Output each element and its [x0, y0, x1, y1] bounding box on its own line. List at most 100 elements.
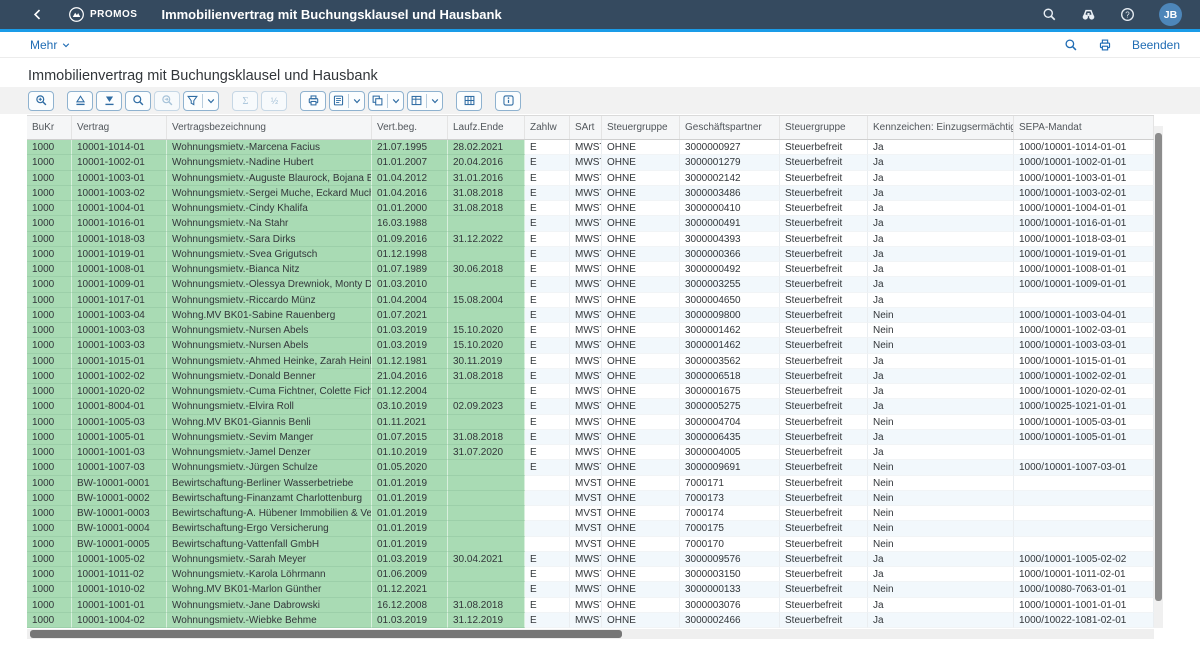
table-cell[interactable]: Steuerbefreit [780, 613, 868, 628]
table-cell[interactable]: 01.12.2021 [372, 582, 448, 597]
table-cell[interactable]: MWST [570, 277, 602, 292]
table-cell[interactable]: MWST [570, 384, 602, 399]
table-cell[interactable]: 1000 [27, 232, 72, 247]
table-cell[interactable]: Ja [868, 277, 1014, 292]
table-cell[interactable]: 3000003486 [680, 186, 780, 201]
table-cell[interactable]: 01.04.2012 [372, 171, 448, 186]
table-cell[interactable]: OHNE [602, 506, 680, 521]
table-cell[interactable]: MWST [570, 460, 602, 475]
table-cell[interactable]: 3000009800 [680, 308, 780, 323]
table-cell[interactable]: 1000 [27, 308, 72, 323]
table-row[interactable]: 100010001-1008-01Wohnungsmietv.-Bianca N… [27, 262, 1154, 277]
table-cell[interactable]: E [525, 247, 570, 262]
print-button[interactable] [300, 91, 326, 111]
table-cell[interactable]: Ja [868, 354, 1014, 369]
table-cell[interactable]: 3000001462 [680, 323, 780, 338]
table-row[interactable]: 100010001-1009-01Wohnungsmietv.-Olessya … [27, 277, 1154, 292]
table-cell[interactable]: Wohnungsmietv.-Elvira Roll [167, 399, 372, 414]
table-cell[interactable] [525, 537, 570, 552]
table-cell[interactable]: 1000 [27, 323, 72, 338]
table-cell[interactable]: Steuerbefreit [780, 552, 868, 567]
table-cell[interactable]: 01.10.2019 [372, 445, 448, 460]
table-cell[interactable]: MWST [570, 338, 602, 353]
table-cell[interactable]: 10001-1003-02 [72, 186, 167, 201]
table-cell[interactable]: 10001-1010-02 [72, 582, 167, 597]
table-cell[interactable]: E [525, 399, 570, 414]
table-cell[interactable]: 01.01.2000 [372, 201, 448, 216]
table-cell[interactable] [448, 567, 525, 582]
avatar[interactable]: JB [1159, 3, 1182, 26]
table-cell[interactable]: 1000 [27, 521, 72, 536]
table-cell[interactable]: OHNE [602, 613, 680, 628]
table-cell[interactable]: 15.08.2004 [448, 293, 525, 308]
table-cell[interactable]: Nein [868, 308, 1014, 323]
column-header[interactable]: Steuergruppe [780, 116, 868, 139]
table-row[interactable]: 100010001-1003-03Wohnungsmietv.-Nursen A… [27, 338, 1154, 353]
table-cell[interactable]: 3000004005 [680, 445, 780, 460]
table-cell[interactable]: 1000/10001-1009-01-01 [1014, 277, 1154, 292]
table-cell[interactable]: Steuerbefreit [780, 293, 868, 308]
beenden-button[interactable]: Beenden [1132, 38, 1180, 52]
table-cell[interactable]: 10001-1011-02 [72, 567, 167, 582]
table-row[interactable]: 1000BW-10001-0003Bewirtschaftung-A. Hübe… [27, 506, 1154, 521]
table-cell[interactable]: 3000000366 [680, 247, 780, 262]
table-cell[interactable]: 01.12.2004 [372, 384, 448, 399]
table-cell[interactable]: 1000 [27, 140, 72, 155]
table-cell[interactable] [525, 476, 570, 491]
table-cell[interactable]: OHNE [602, 201, 680, 216]
table-row[interactable]: 100010001-1010-02Wohng.MV BK01-Marlon Gü… [27, 582, 1154, 597]
table-cell[interactable]: Steuerbefreit [780, 460, 868, 475]
table-cell[interactable]: 30.06.2018 [448, 262, 525, 277]
chevron-down-icon[interactable] [430, 96, 440, 106]
horizontal-scrollbar[interactable] [27, 629, 1154, 639]
choose-view-button[interactable] [407, 91, 443, 111]
table-cell[interactable]: Ja [868, 445, 1014, 460]
table-cell[interactable]: 01.01.2019 [372, 476, 448, 491]
table-cell[interactable]: Ja [868, 232, 1014, 247]
table-cell[interactable]: Wohnungsmietv.-Ahmed Heinke, Zarah Heink… [167, 354, 372, 369]
table-cell[interactable]: 10001-8004-01 [72, 399, 167, 414]
table-cell[interactable]: 01.12.1998 [372, 247, 448, 262]
table-cell[interactable]: Steuerbefreit [780, 155, 868, 170]
table-cell[interactable]: E [525, 171, 570, 186]
table-cell[interactable]: 01.01.2019 [372, 491, 448, 506]
table-cell[interactable]: Steuerbefreit [780, 323, 868, 338]
table-cell[interactable]: 1000/10001-1002-03-01 [1014, 323, 1154, 338]
table-cell[interactable]: Steuerbefreit [780, 186, 868, 201]
table-cell[interactable]: E [525, 598, 570, 613]
table-cell[interactable]: Wohnungsmietv.-Jamel Denzer [167, 445, 372, 460]
table-cell[interactable]: Wohng.MV BK01-Sabine Rauenberg [167, 308, 372, 323]
table-cell[interactable]: 01.03.2019 [372, 552, 448, 567]
table-cell[interactable]: 31.07.2020 [448, 445, 525, 460]
table-cell[interactable]: 10001-1004-01 [72, 201, 167, 216]
table-row[interactable]: 100010001-1005-01Wohnungsmietv.-Sevim Ma… [27, 430, 1154, 445]
table-cell[interactable]: 1000/10001-1003-01-01 [1014, 171, 1154, 186]
table-cell[interactable]: 3000000491 [680, 216, 780, 231]
table-cell[interactable]: Wohng.MV BK01-Marlon Günther [167, 582, 372, 597]
table-cell[interactable] [1014, 293, 1154, 308]
table-cell[interactable]: MWST [570, 430, 602, 445]
table-cell[interactable]: 1000/10001-1016-01-01 [1014, 216, 1154, 231]
table-cell[interactable]: BW-10001-0002 [72, 491, 167, 506]
table-cell[interactable]: Steuerbefreit [780, 521, 868, 536]
table-cell[interactable]: 10001-1001-01 [72, 598, 167, 613]
table-cell[interactable]: E [525, 186, 570, 201]
table-cell[interactable]: E [525, 201, 570, 216]
table-cell[interactable]: 1000/10001-1007-03-01 [1014, 460, 1154, 475]
table-cell[interactable]: OHNE [602, 415, 680, 430]
find-button[interactable] [125, 91, 151, 111]
table-cell[interactable]: OHNE [602, 354, 680, 369]
table-row[interactable]: 1000BW-10001-0002Bewirtschaftung-Finanza… [27, 491, 1154, 506]
table-cell[interactable]: Wohnungsmietv.-Sara Dirks [167, 232, 372, 247]
table-cell[interactable]: 30.11.2019 [448, 354, 525, 369]
column-header[interactable]: Vert.beg. [372, 116, 448, 139]
table-cell[interactable]: MVST [570, 521, 602, 536]
table-cell[interactable]: MVST [570, 491, 602, 506]
table-cell[interactable]: 31.01.2016 [448, 171, 525, 186]
promos-logo[interactable]: PROMOS [68, 6, 137, 23]
table-cell[interactable]: MWST [570, 369, 602, 384]
table-cell[interactable]: 1000 [27, 491, 72, 506]
table-cell[interactable]: Wohnungsmietv.-Marcena Facius [167, 140, 372, 155]
table-cell[interactable]: OHNE [602, 155, 680, 170]
table-row[interactable]: 1000BW-10001-0001Bewirtschaftung-Berline… [27, 476, 1154, 491]
